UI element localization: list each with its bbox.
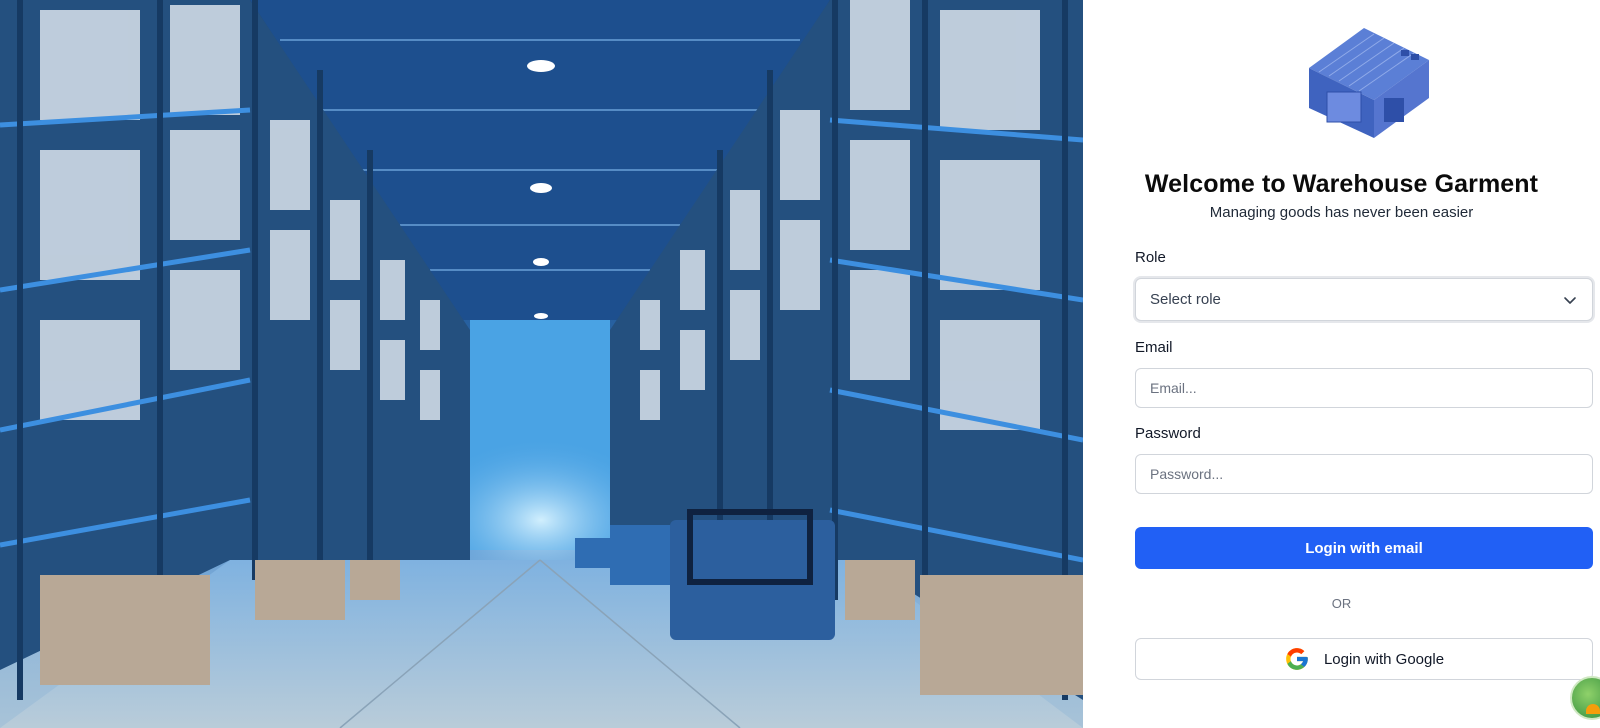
or-divider: OR xyxy=(1331,596,1352,611)
email-field[interactable] xyxy=(1135,368,1593,408)
login-google-label: Login with Google xyxy=(1323,650,1445,668)
role-select[interactable]: Select role xyxy=(1135,278,1593,321)
password-label: Password xyxy=(1135,425,1201,442)
warehouse-illustration xyxy=(0,0,1083,728)
login-google-button[interactable]: Login with Google xyxy=(1135,638,1593,680)
google-icon xyxy=(1286,648,1308,670)
chevron-down-icon xyxy=(1564,297,1576,304)
login-email-button[interactable]: Login with email xyxy=(1135,527,1593,569)
page-subtitle: Managing goods has never been easier xyxy=(1209,204,1474,221)
role-label: Role xyxy=(1135,249,1166,266)
email-label: Email xyxy=(1135,339,1173,356)
warehouse-building-icon xyxy=(1289,20,1439,140)
role-select-value: Select role xyxy=(1150,291,1221,308)
login-panel: Welcome to Warehouse Garment Managing go… xyxy=(1083,0,1600,728)
hero-image xyxy=(0,0,1083,728)
password-field[interactable] xyxy=(1135,454,1593,494)
page-title: Welcome to Warehouse Garment xyxy=(1144,170,1539,198)
sun-icon xyxy=(1586,704,1600,714)
